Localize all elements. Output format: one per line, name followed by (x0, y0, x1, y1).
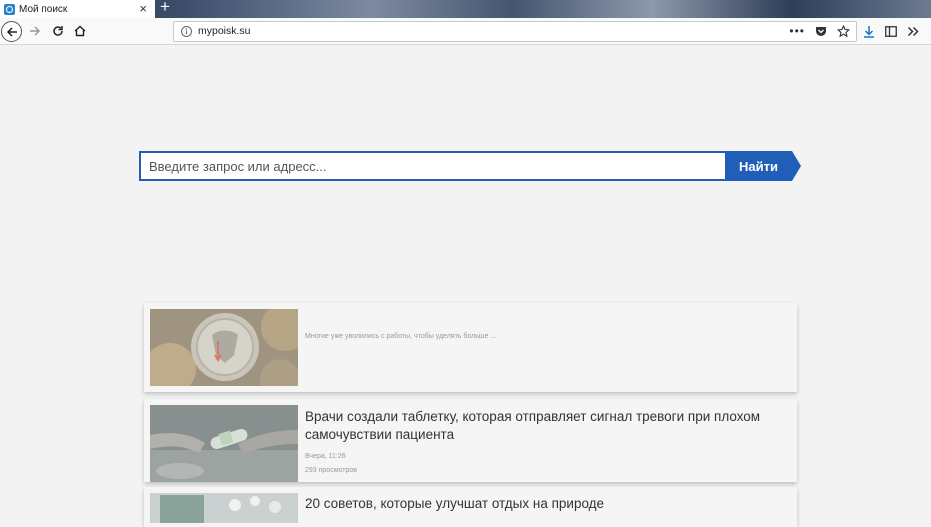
news-date: Вчера, 11:26 (305, 453, 346, 460)
news-views: 293 просмотров (305, 467, 357, 474)
chevron-double-right-icon (907, 26, 919, 36)
coins-photo[interactable] (150, 309, 298, 386)
search-input[interactable] (139, 151, 727, 181)
tab-title: Мой поиск (19, 3, 68, 15)
home-button[interactable] (70, 21, 90, 41)
reload-icon (53, 26, 63, 36)
news-text: Врачи создали таблетку, которая отправля… (305, 408, 760, 474)
sidebar-icon (885, 25, 897, 37)
downloads-button[interactable] (860, 22, 878, 40)
sidebar-button[interactable] (882, 22, 900, 40)
forward-button[interactable] (25, 21, 45, 41)
url-actions: ••• (789, 24, 850, 38)
forward-arrow-icon (30, 26, 41, 36)
download-icon (864, 25, 874, 38)
news-title[interactable]: 20 советов, которые улучшат отдых на при… (305, 495, 604, 513)
page-actions-icon[interactable]: ••• (789, 24, 805, 38)
tab-active[interactable]: Мой поиск × (0, 0, 155, 18)
news-card[interactable]: Врачи создали таблетку, которая отправля… (144, 399, 797, 482)
tab-close-icon[interactable]: × (139, 1, 147, 17)
news-text: 20 советов, которые улучшат отдых на при… (305, 495, 604, 513)
home-icon (74, 25, 86, 37)
search-button[interactable]: Найти (726, 151, 801, 181)
site-info-icon[interactable]: i (181, 26, 192, 37)
address-bar[interactable]: i mypoisk.su ••• (173, 21, 857, 42)
new-tab-button[interactable]: + (160, 0, 170, 16)
news-title-line1[interactable]: Врачи создали таблетку, которая отправля… (305, 408, 760, 426)
search-form: Найти (139, 151, 801, 181)
reload-button[interactable] (48, 21, 68, 41)
pocket-icon[interactable] (815, 25, 827, 37)
overflow-menu-button[interactable] (904, 22, 922, 40)
tab-strip: Мой поиск × + (0, 0, 931, 18)
back-arrow-icon (6, 26, 17, 37)
news-title-line2[interactable]: самочувствии пациента (305, 426, 760, 444)
bookmark-star-icon[interactable] (837, 24, 850, 38)
search-favicon-icon (4, 3, 15, 15)
news-card[interactable]: Многие уже уволились с работы, чтобы уде… (144, 303, 797, 392)
news-text: Многие уже уволились с работы, чтобы уде… (305, 333, 496, 340)
url-text[interactable]: mypoisk.su (198, 25, 251, 37)
pill-hands-photo[interactable] (150, 405, 298, 482)
news-snippet: Многие уже уволились с работы, чтобы уде… (305, 333, 497, 340)
news-card[interactable]: 20 советов, которые улучшат отдых на при… (144, 487, 797, 527)
back-button[interactable] (1, 21, 22, 42)
navigation-toolbar: i mypoisk.su ••• (0, 18, 931, 45)
pills-photo[interactable] (150, 493, 298, 523)
